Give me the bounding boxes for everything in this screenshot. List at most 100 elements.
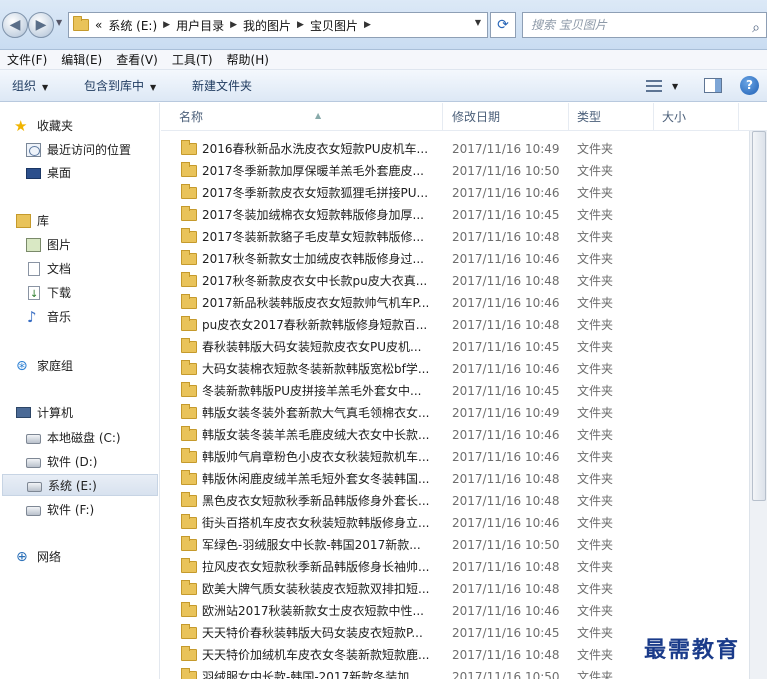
nav-documents[interactable]: 文档 [0,258,160,280]
breadcrumb-item[interactable]: 用户目录 [176,17,224,34]
vertical-scrollbar[interactable] [749,131,767,679]
file-row[interactable]: 韩版休闲鹿皮绒羊羔毛短外套女冬装韩国... 2017/11/16 10:48 文件夹 [161,468,761,490]
nav-drive-d[interactable]: 软件 (D:) [0,451,160,473]
file-date: 2017/11/16 10:46 [452,450,560,464]
include-in-library-button[interactable]: 包含到库中 ▼ [84,70,156,102]
column-header-name[interactable]: 名称 ▲ [171,103,443,131]
menu-tools[interactable]: 工具(T) [165,50,220,69]
menu-edit[interactable]: 编辑(E) [54,50,109,69]
nav-desktop[interactable]: 桌面 [0,162,160,184]
file-row[interactable]: 2017冬装新款貉子毛皮草女短款韩版修... 2017/11/16 10:48 文件… [161,226,761,248]
file-row[interactable]: 韩版帅气肩章粉色小皮衣女秋装短款机车... 2017/11/16 10:46 文件夹 [161,446,761,468]
file-row[interactable]: 2017冬季新款皮衣女短款狐狸毛拼接PU... 2017/11/16 10:46 文… [161,182,761,204]
column-header-type[interactable]: 类型 [569,103,654,131]
breadcrumb-item[interactable]: 我的图片 [243,17,291,34]
file-name: 拉风皮衣女短款秋季新品韩版修身长袖帅... [202,560,430,574]
file-row[interactable]: 拉风皮衣女短款秋季新品韩版修身长袖帅... 2017/11/16 10:48 文件夹 [161,556,761,578]
menu-help[interactable]: 帮助(H) [220,50,276,69]
nav-network[interactable]: ⊕ 网络 [0,546,160,568]
nav-computer[interactable]: 计算机 [0,402,160,424]
file-row[interactable]: 黑色皮衣女短款秋季新品韩版修身外套长... 2017/11/16 10:48 文件夹 [161,490,761,512]
file-date: 2017/11/16 10:46 [452,362,560,376]
file-row[interactable]: 春秋装韩版大码女装短款皮衣女PU皮机... 2017/11/16 10:45 文件夹 [161,336,761,358]
file-type: 文件夹 [577,406,614,420]
chevron-right-icon[interactable]: ▶ [297,20,304,30]
file-row[interactable]: 街头百搭机车皮衣女秋装短款韩版修身立... 2017/11/16 10:46 文件夹 [161,512,761,534]
drive-icon [27,482,42,492]
file-type: 文件夹 [577,494,614,508]
file-name: 2017秋冬新款女士加绒皮衣韩版修身过... [202,252,424,266]
nav-pictures[interactable]: 图片 [0,234,160,256]
nav-homegroup[interactable]: ⊛ 家庭组 [0,355,160,377]
file-row[interactable]: 2017新品秋装韩版皮衣女短款帅气机车P... 2017/11/16 10:46 文… [161,292,761,314]
folder-icon [181,140,197,155]
nav-drive-c[interactable]: 本地磁盘 (C:) [0,427,160,449]
documents-icon [28,262,40,276]
chevron-right-icon[interactable]: ▶ [364,20,371,30]
file-date: 2017/11/16 10:48 [452,560,560,574]
file-row[interactable]: 2017冬季新款加厚保暖羊羔毛外套鹿皮... 2017/11/16 10:50 文件… [161,160,761,182]
menu-file[interactable]: 文件(F) [0,50,54,69]
nav-music[interactable]: ♪ 音乐 [0,306,160,328]
nav-favorites[interactable]: ★ 收藏夹 [0,115,160,137]
file-row[interactable]: pu皮衣女2017春秋新款韩版修身短款百... 2017/11/16 10:48 文… [161,314,761,336]
nav-drive-f[interactable]: 软件 (F:) [0,499,160,521]
nav-label: 家庭组 [37,359,74,373]
chevron-right-icon[interactable]: ▶ [163,20,170,30]
folder-icon [181,250,197,265]
file-row[interactable]: 冬装新款韩版PU皮拼接羊羔毛外套女中... 2017/11/16 10:45 文件夹 [161,380,761,402]
file-row[interactable]: 军绿色-羽绒服女中长款-韩国2017新款... 2017/11/16 10:50 文… [161,534,761,556]
column-header-size[interactable]: 大小 [654,103,739,131]
address-field[interactable]: « 系统 (E:) ▶ 用户目录 ▶ 我的图片 ▶ 宝贝图片 ▶ ▼ [68,12,488,38]
column-header-date[interactable]: 修改日期 [444,103,569,131]
chevron-right-icon[interactable]: ▶ [230,20,237,30]
file-row[interactable]: 2016春秋新品水洗皮衣女短款PU皮机车... 2017/11/16 10:49 文… [161,138,761,160]
nav-downloads[interactable]: 下载 [0,282,160,306]
organize-button[interactable]: 组织 ▼ [12,70,48,102]
file-date: 2017/11/16 10:45 [452,384,560,398]
breadcrumb-item[interactable]: 宝贝图片 [310,17,358,34]
file-row[interactable]: 欧美大牌气质女装秋装皮衣短款双排扣短... 2017/11/16 10:48 文件夹 [161,578,761,600]
menu-view[interactable]: 查看(V) [109,50,165,69]
file-row[interactable]: 2017秋冬新款皮衣女中长款pu皮大衣真... 2017/11/16 10:48 文… [161,270,761,292]
preview-pane-icon[interactable] [704,78,722,93]
file-row[interactable]: 大码女装棉衣短款冬装新款韩版宽松bf学... 2017/11/16 10:46 文件… [161,358,761,380]
file-name: 大码女装棉衣短款冬装新款韩版宽松bf学... [202,362,430,376]
back-button[interactable]: ◀ [2,12,28,38]
file-date: 2017/11/16 10:50 [452,538,560,552]
scrollbar-thumb[interactable] [752,131,766,501]
chevron-down-icon[interactable]: ▼ [475,18,481,27]
nav-recent-places[interactable]: 最近访问的位置 [0,139,160,161]
nav-label: 网络 [37,550,62,564]
breadcrumb-item[interactable]: 系统 (E:) [108,17,157,34]
nav-drive-e[interactable]: 系统 (E:) [2,474,158,496]
nav-libraries[interactable]: 库 [0,210,160,232]
folder-icon [181,602,197,617]
file-row[interactable]: 2017秋冬新款女士加绒皮衣韩版修身过... 2017/11/16 10:46 文件… [161,248,761,270]
search-input[interactable]: 搜索 宝贝图片 ⌕ [522,12,767,38]
file-row[interactable]: 欧洲站2017秋装新款女士皮衣短款中性... 2017/11/16 10:46 文件… [161,600,761,622]
nav-label: 桌面 [47,166,72,180]
file-row[interactable]: 韩版女装冬装羊羔毛鹿皮绒大衣女中长款... 2017/11/16 10:46 文件夹 [161,424,761,446]
file-type: 文件夹 [577,604,614,618]
file-row[interactable]: 2017冬装加绒棉衣女短款韩版修身加厚... 2017/11/16 10:45 文件… [161,204,761,226]
drive-icon [26,458,41,468]
change-view-icon[interactable] [646,78,662,94]
breadcrumb-overflow[interactable]: « [95,18,102,32]
refresh-icon: ⟳ [497,17,509,33]
file-row[interactable]: 羽绒服女中长款-韩国-2017新款冬装加... 2017/11/16 10:50 文… [161,666,761,679]
new-folder-button[interactable]: 新建文件夹 [192,70,252,102]
file-row[interactable]: 韩版女装冬装外套新款大气真毛领棉衣女... 2017/11/16 10:49 文件夹 [161,402,761,424]
file-type: 文件夹 [577,560,614,574]
file-date: 2017/11/16 10:48 [452,582,560,596]
sort-ascending-icon: ▲ [315,111,322,120]
folder-icon [181,294,197,309]
nav-label: 文档 [47,262,72,276]
forward-button[interactable]: ▶ [28,12,54,38]
file-name: 2017秋冬新款皮衣女中长款pu皮大衣真... [202,274,428,288]
search-icon[interactable]: ⌕ [752,16,760,40]
refresh-button[interactable]: ⟳ [490,12,516,38]
help-icon[interactable]: ? [740,76,759,95]
recent-pages-dropdown[interactable]: ▼ [56,18,66,32]
view-options-dropdown[interactable]: ▼ [672,82,678,91]
